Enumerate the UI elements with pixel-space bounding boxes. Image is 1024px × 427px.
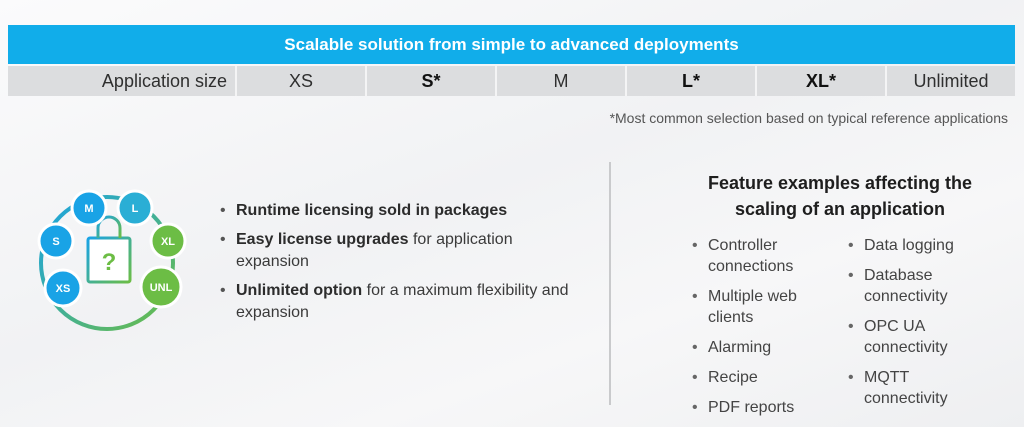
badge-m: M <box>70 189 108 227</box>
license-package-graphic: ? M L S XL XS UNL <box>37 189 187 331</box>
badge-xl: XL <box>149 222 187 260</box>
feature-list-left: Controller connections Multiple web clie… <box>690 235 830 427</box>
licensing-benefits-list: Runtime licensing sold in packages Easy … <box>218 200 578 331</box>
list-item: Unlimited option for a maximum flexibili… <box>218 280 578 324</box>
footnote: *Most common selection based on typical … <box>609 110 1008 126</box>
application-size-table: Application size XS S* M L* XL* Unlimite… <box>8 66 1015 96</box>
list-item: Multiple web clients <box>690 286 830 328</box>
list-item-bold: Runtime licensing sold in packages <box>236 202 508 219</box>
feature-list-right: Data logging Database connectivity OPC U… <box>846 235 996 418</box>
list-item: Controller connections <box>690 235 830 277</box>
svg-text:S: S <box>52 236 59 248</box>
size-xs: XS <box>237 66 367 96</box>
size-s: S* <box>367 66 497 96</box>
list-item: PDF reports <box>690 397 830 418</box>
size-l: L* <box>627 66 757 96</box>
size-m: M <box>497 66 627 96</box>
svg-text:XL: XL <box>161 236 175 248</box>
badge-unl: UNL <box>139 265 183 309</box>
list-item-bold: Easy license upgrades <box>236 231 409 248</box>
vertical-divider <box>609 162 611 405</box>
list-item: Runtime licensing sold in packages <box>218 200 578 222</box>
list-item: Alarming <box>690 337 830 358</box>
size-xl: XL* <box>757 66 887 96</box>
bag-question-mark: ? <box>102 249 117 276</box>
svg-text:L: L <box>132 203 139 215</box>
list-item: MQTT connectivity <box>846 367 996 409</box>
svg-text:UNL: UNL <box>150 282 173 294</box>
list-item: Recipe <box>690 367 830 388</box>
application-size-label: Application size <box>8 66 237 96</box>
svg-text:XS: XS <box>56 283 71 295</box>
badge-l: L <box>116 189 154 227</box>
banner-title: Scalable solution from simple to advance… <box>8 25 1015 64</box>
list-item: OPC UA connectivity <box>846 316 996 358</box>
size-unlimited: Unlimited <box>887 66 1015 96</box>
svg-text:M: M <box>84 203 93 215</box>
list-item: Database connectivity <box>846 265 996 307</box>
list-item: Data logging <box>846 235 996 256</box>
shopping-bag-icon: ? <box>86 215 132 284</box>
list-item-bold: Unlimited option <box>236 282 363 299</box>
badge-s: S <box>37 222 75 260</box>
badge-xs: XS <box>43 268 83 308</box>
feature-examples-title: Feature examples affecting the scaling o… <box>707 173 973 219</box>
list-item: Easy license upgrades for application ex… <box>218 229 578 273</box>
